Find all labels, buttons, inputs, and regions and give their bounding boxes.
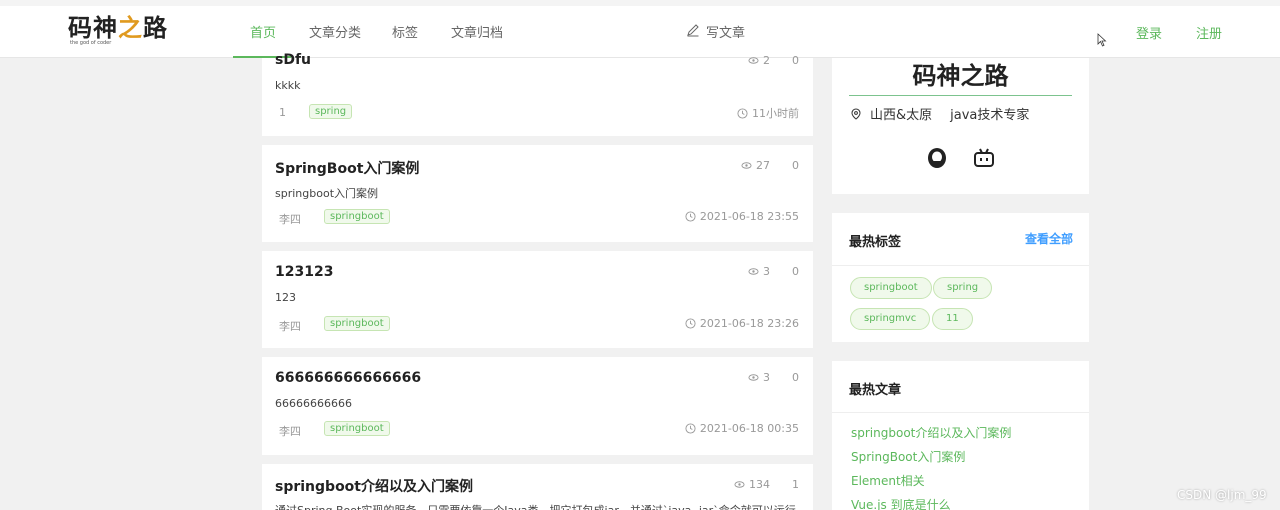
article-stats: 3 0 — [748, 371, 799, 384]
pen-icon — [687, 24, 699, 37]
article-summary: 123 — [275, 291, 296, 304]
clock-icon — [737, 107, 748, 119]
hot-article-link[interactable]: Vue.js 到底是什么 — [851, 496, 951, 510]
hot-article-link[interactable]: Element相关 — [851, 472, 925, 489]
clock-icon — [685, 211, 696, 222]
profile-title: java技术专家 — [950, 108, 1030, 123]
article-card[interactable]: 666666666666666 3 0 66666666666 李四 sprin… — [262, 357, 813, 455]
login-link[interactable]: 登录 — [1136, 23, 1162, 42]
hot-article-link[interactable]: SpringBoot入门案例 — [851, 448, 965, 465]
article-author: 李四 — [279, 425, 301, 438]
hot-article-link[interactable]: springboot介绍以及入门案例 — [851, 424, 1011, 441]
hot-tags-header: 最热标签 — [849, 235, 902, 250]
register-link[interactable]: 注册 — [1196, 23, 1222, 42]
eye-icon — [748, 57, 759, 64]
article-title[interactable]: sDfu — [275, 52, 311, 68]
article-title[interactable]: springboot介绍以及入门案例 — [275, 476, 473, 496]
article-tag[interactable]: springboot — [324, 421, 390, 436]
article-stats: 27 0 — [741, 159, 799, 172]
article-stats: 3 0 — [748, 265, 799, 278]
divider — [832, 412, 1089, 413]
write-article-label: 写文章 — [706, 26, 746, 41]
clock-icon — [685, 423, 696, 434]
article-stats: 134 1 — [734, 478, 799, 491]
clock-icon — [685, 318, 696, 329]
top-nav: 码神之路 the god of coder 首页 文章分类 标签 文章归档 写文… — [0, 0, 1280, 58]
article-summary: kkkk — [275, 79, 301, 92]
site-logo[interactable]: 码神之路 the god of coder — [68, 14, 168, 48]
article-time: 2021-06-18 00:35 — [685, 422, 799, 435]
hot-articles-card: 最热文章 springboot介绍以及入门案例 SpringBoot入门案例 E… — [832, 361, 1089, 510]
article-summary: 66666666666 — [275, 397, 352, 410]
article-card[interactable]: springboot介绍以及入门案例 134 1 通过Spring Boot实现… — [262, 464, 813, 510]
eye-icon — [734, 481, 745, 488]
tag-pill[interactable]: 11 — [932, 308, 973, 330]
article-summary: springboot入门案例 — [275, 187, 379, 200]
profile-card: 码神之路 山西&太原 java技术专家 — [832, 58, 1089, 194]
eye-icon — [748, 374, 759, 381]
hot-tags-card: 最热标签 查看全部 springboot spring springmvc 11 — [832, 213, 1089, 342]
nav-home[interactable]: 首页 — [250, 22, 276, 41]
article-tag[interactable]: springboot — [324, 209, 390, 224]
nav-categories[interactable]: 文章分类 — [309, 22, 361, 41]
write-article-button[interactable]: 写文章 — [686, 22, 745, 41]
article-title[interactable]: 123123 — [275, 264, 333, 280]
bilibili-icon[interactable] — [973, 147, 995, 169]
article-time: 2021-06-18 23:26 — [685, 317, 799, 330]
tag-pill[interactable]: spring — [933, 277, 993, 299]
hot-articles-header: 最热文章 — [849, 383, 902, 398]
article-title[interactable]: SpringBoot入门案例 — [275, 158, 419, 178]
qq-icon[interactable] — [926, 147, 948, 169]
divider — [832, 265, 1089, 266]
nav-tags[interactable]: 标签 — [392, 22, 418, 41]
article-stats: 2 0 — [748, 54, 799, 67]
article-card[interactable]: sDfu 2 0 kkkk 1 spring 11小时前 — [262, 52, 813, 136]
profile-name: 码神之路 — [912, 62, 1009, 90]
profile-divider — [849, 95, 1072, 96]
article-author: 1 — [279, 106, 286, 119]
article-author: 李四 — [279, 320, 301, 333]
article-time: 2021-06-18 23:55 — [685, 210, 799, 223]
view-all-tags-link[interactable]: 查看全部 — [1025, 230, 1073, 247]
logo-subtitle: the god of coder — [70, 40, 112, 46]
location-icon — [851, 107, 861, 120]
eye-icon — [748, 268, 759, 275]
tag-pill[interactable]: springboot — [850, 277, 932, 299]
article-tag[interactable]: spring — [309, 104, 353, 119]
article-time: 11小时前 — [737, 105, 799, 121]
tag-pill[interactable]: springmvc — [850, 308, 931, 330]
profile-info: 山西&太原 java技术专家 — [850, 104, 1029, 123]
article-summary: 通过Spring Boot实现的服务，只需要依靠一个Java类，把它打包成jar… — [275, 502, 796, 510]
article-tag[interactable]: springboot — [324, 316, 390, 331]
mouse-cursor-icon — [1097, 33, 1107, 47]
profile-location: 山西&太原 — [870, 108, 933, 123]
article-author: 李四 — [279, 213, 301, 226]
csdn-watermark: CSDN @ljm_99 — [1177, 488, 1267, 502]
article-card[interactable]: SpringBoot入门案例 27 0 springboot入门案例 李四 sp… — [262, 145, 813, 242]
eye-icon — [741, 162, 752, 169]
article-title[interactable]: 666666666666666 — [275, 370, 421, 386]
article-card[interactable]: 123123 3 0 123 李四 springboot 2021-06-18 … — [262, 251, 813, 348]
nav-archive[interactable]: 文章归档 — [451, 22, 503, 41]
